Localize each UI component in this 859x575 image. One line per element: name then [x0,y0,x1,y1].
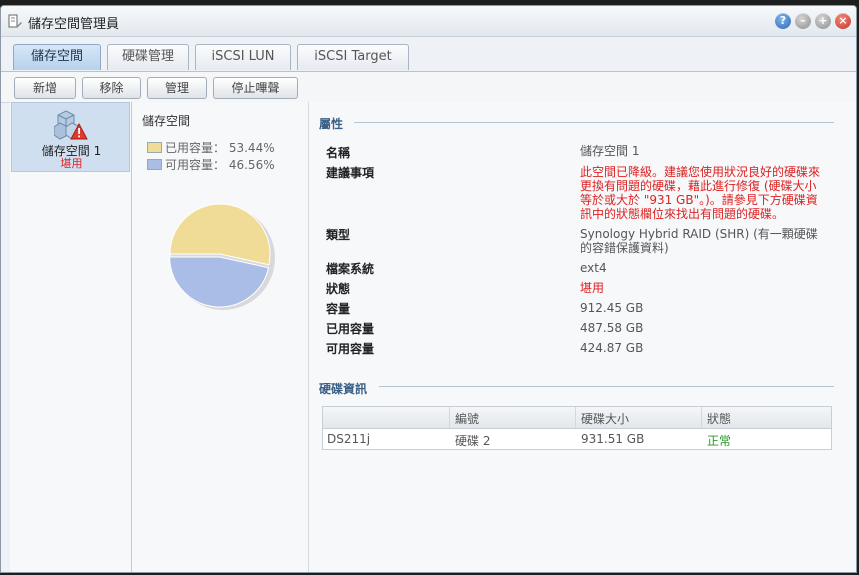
column-separator [701,407,702,428]
disk-status: 正常 [707,434,732,448]
suggestion-value: 此空間已降級。建議您使用狀況良好的硬碟來更換有問題的硬碟，藉此進行修復 (硬碟大… [580,165,821,221]
remove-button[interactable]: 移除 [82,77,141,99]
filesystem-value: ext4 [580,261,607,275]
tab-iscsi-target[interactable]: iSCSI Target [297,44,409,70]
tab-iscsi-lun[interactable]: iSCSI LUN [195,44,291,70]
disk-table: 編號 硬碟大小 狀態 DS211j 硬碟 2 931.51 GB 正常 [322,406,832,450]
capacity-label: 容量 [326,302,351,316]
free-capacity-value: 424.87 GB [580,341,644,355]
stop-beep-button[interactable]: 停止嗶聲 [213,77,298,99]
used-capacity-value: 487.58 GB [580,321,644,335]
warning-volume-icon [53,109,88,141]
storage-manager-window: 儲存空間管理員 ? – + × 儲存空間 硬碟管理 iSCSI LUN iSCS… [0,5,857,573]
legend-free-label: 可用容量： [165,158,226,172]
used-capacity-label: 已用容量 [326,322,375,336]
maximize-icon[interactable]: + [815,13,831,29]
column-separator [449,407,450,428]
volume-list-item[interactable]: 儲存空間 1 堪用 [11,102,130,172]
title-bar[interactable]: 儲存空間管理員 ? – + × [1,6,856,37]
manage-button[interactable]: 管理 [147,77,207,99]
disk-size: 931.51 GB [581,432,645,446]
name-label: 名稱 [326,146,351,160]
free-capacity-label: 可用容量 [326,342,375,356]
table-row[interactable]: DS211j 硬碟 2 931.51 GB 正常 [323,429,831,449]
close-icon[interactable]: × [835,13,851,29]
type-label: 類型 [326,228,351,242]
legend-used-pct: 53.44% [228,141,275,155]
properties-panel: 屬性 名稱 儲存空間 1 建議事項 此空間已降級。建議您使用狀況良好的硬碟來更換… [309,102,856,572]
window-title: 儲存空間管理員 [28,17,120,32]
used-swatch [147,142,162,153]
column-header-size[interactable]: 硬碟大小 [581,410,629,427]
name-value: 儲存空間 1 [580,144,640,158]
filesystem-label: 檔案系統 [326,262,375,276]
legend-used-label: 已用容量： [165,141,226,155]
legend-used: 已用容量： 53.44% [147,139,275,156]
properties-heading: 屬性 [319,117,344,131]
tab-bar: 儲存空間 硬碟管理 iSCSI LUN iSCSI Target [1,37,856,72]
capacity-value: 912.45 GB [580,301,644,315]
create-button[interactable]: 新增 [14,77,76,99]
minimize-icon[interactable]: – [795,13,811,29]
toolbar: 新增 移除 管理 停止嗶聲 [1,72,856,103]
properties-divider [354,122,834,123]
column-separator [575,407,576,428]
volume-status: 堪用 [60,157,83,170]
status-value: 堪用 [580,281,605,295]
usage-chart-panel: 儲存空間 已用容量： 53.44% 可用容量： 46.56% [132,102,309,572]
suggestion-label: 建議事項 [326,166,375,180]
column-header-number[interactable]: 編號 [455,410,479,427]
chart-title: 儲存空間 [142,114,191,128]
storage-manager-app-icon [7,13,23,29]
volume-list: 儲存空間 1 堪用 [10,102,132,572]
column-header-status[interactable]: 狀態 [707,410,731,427]
tab-storage-space[interactable]: 儲存空間 [13,44,101,70]
legend-free-pct: 46.56% [228,158,275,172]
free-swatch [147,159,162,170]
disk-table-header: 編號 硬碟大小 狀態 [323,407,831,429]
legend-free: 可用容量： 46.56% [147,156,275,173]
disk-number: 硬碟 2 [455,434,491,448]
tab-disk-manager[interactable]: 硬碟管理 [107,44,189,70]
status-label: 狀態 [326,282,351,296]
usage-pie-chart [169,203,275,310]
disk-device: DS211j [327,432,371,446]
help-icon[interactable]: ? [775,13,791,29]
disk-info-heading: 硬碟資訊 [319,382,368,396]
type-value: Synology Hybrid RAID (SHR) (有一顆硬碟的容錯保護資料… [580,227,818,255]
disk-info-divider [379,386,834,387]
